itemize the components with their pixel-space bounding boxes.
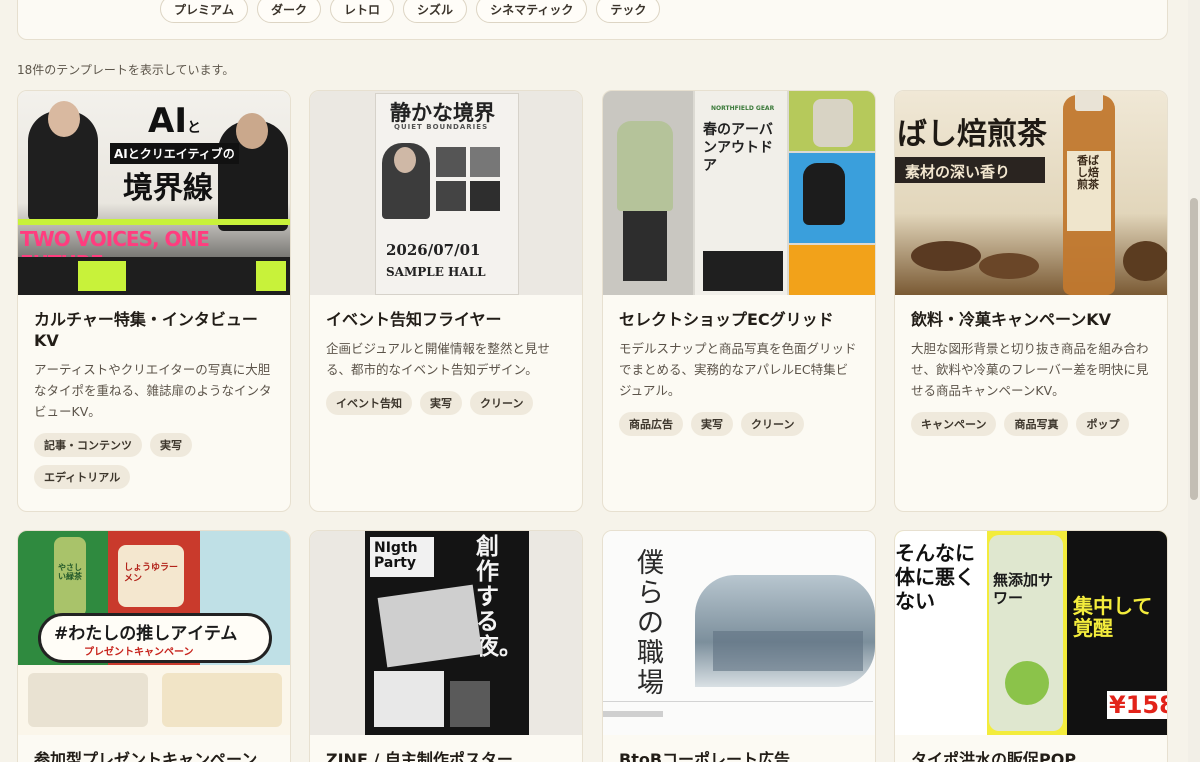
thumb-caption: しょうゆラーメン <box>124 563 179 584</box>
template-card-btob-corporate[interactable]: 僕らの職場 BtoBコーポレート広告 <box>602 530 876 762</box>
card-description: モデルスナップと商品写真を色面グリッドでまとめる、実務的なアパレルEC特集ビジュ… <box>619 341 857 398</box>
tag: 実写 <box>420 391 462 415</box>
thumb-caption: プレゼントキャンペーン <box>84 647 194 658</box>
template-thumbnail: 静かな境界 QUIET BOUNDARIES 2026/07/01 SAMPLE… <box>310 91 582 295</box>
tag: クリーン <box>741 412 805 436</box>
thumb-caption: 集中して覚醒 <box>1073 594 1153 640</box>
thumb-caption: 2026/07/01 <box>386 241 481 259</box>
template-thumbnail: やさしい緑茶 しょうゆラーメン #わたしの推しアイテム プレゼントキャンペーン <box>18 531 290 735</box>
thumb-caption: やさしい緑茶 <box>58 563 82 581</box>
card-title: カルチャー特集・インタビューKV <box>34 310 258 350</box>
filter-chip-sizzle[interactable]: シズル <box>403 0 468 23</box>
tag-list: 商品広告 実写 クリーン <box>619 412 859 436</box>
card-title: 参加型プレゼントキャンペーン <box>34 750 258 762</box>
tag: 商品広告 <box>619 412 683 436</box>
template-thumbnail: そんなに体に悪くない 無添加サワー 集中して覚醒 ¥158 <box>895 531 1167 735</box>
tag: クリーン <box>470 391 534 415</box>
result-count: 18件のテンプレートを表示しています。 <box>17 63 235 77</box>
card-title: BtoBコーポレート広告 <box>619 750 791 762</box>
thumb-caption: 無添加サワー <box>993 571 1054 607</box>
thumb-caption: 春のアーバンアウトドア <box>703 122 773 174</box>
filter-panel: プレミアム ダーク レトロ シズル シネマティック テック <box>17 0 1168 40</box>
card-title: 飲料・冷菓キャンペーンKV <box>911 310 1111 329</box>
card-title: セレクトショップECグリッド <box>619 310 834 329</box>
template-card-beverage-kv[interactable]: ばし焙煎茶 素材の深い香り 香ばし焙煎茶 飲料・冷菓キャンペーンKV 大胆な図形… <box>894 90 1168 512</box>
template-thumbnail: NIgth Party 創作する夜。 <box>310 531 582 735</box>
tag: エディトリアル <box>34 465 131 489</box>
thumb-caption: QUIET BOUNDARIES <box>394 123 489 131</box>
thumb-caption: ばし焙煎茶 <box>897 117 1047 152</box>
thumb-caption: ¥158 <box>1107 691 1167 719</box>
template-thumbnail: AIと AIとクリエイティブの 境界線 TWO VOICES, ONE FUTU… <box>18 91 290 295</box>
template-thumbnail: 僕らの職場 <box>603 531 875 735</box>
thumb-caption: AIとクリエイティブの <box>110 143 239 164</box>
card-description: 大胆な図形背景と切り抜き商品を組み合わせ、飲料や冷菓のフレーバー差を明快に見せる… <box>911 341 1149 398</box>
tag: ポップ <box>1076 412 1130 436</box>
template-thumbnail: ばし焙煎茶 素材の深い香り 香ばし焙煎茶 <box>895 91 1167 295</box>
thumb-caption: 香ばし焙煎茶 <box>1077 154 1099 191</box>
thumb-caption: 僕らの職場 <box>637 548 664 699</box>
card-title: ZINE / 自主制作ポスター <box>326 750 513 762</box>
filter-chip-cinematic[interactable]: シネマティック <box>476 0 588 23</box>
card-description: アーティストやクリエイターの写真に大胆なタイポを重ねる、雑誌扉のようなインタビュ… <box>34 362 272 419</box>
thumb-caption: 境界線 <box>123 171 213 206</box>
tag: 実写 <box>150 433 192 457</box>
thumb-caption: 素材の深い香り <box>905 163 1011 181</box>
thumb-caption: NIgth Party <box>374 540 418 571</box>
filter-chip-dark[interactable]: ダーク <box>257 0 322 23</box>
tag-list: イベント告知 実写 クリーン <box>326 391 566 415</box>
thumb-caption: SAMPLE HALL <box>386 265 486 279</box>
filter-chip-retro[interactable]: レトロ <box>330 0 395 23</box>
card-description: 企画ビジュアルと開催情報を整然と見せる、都市的なイベント告知デザイン。 <box>326 341 550 377</box>
template-card-present-campaign[interactable]: やさしい緑茶 しょうゆラーメン #わたしの推しアイテム プレゼントキャンペーン … <box>17 530 291 762</box>
filter-chip-premium[interactable]: プレミアム <box>160 0 249 23</box>
template-card-event-flyer[interactable]: 静かな境界 QUIET BOUNDARIES 2026/07/01 SAMPLE… <box>309 90 583 512</box>
tag-list: キャンペーン 商品写真 ポップ <box>911 412 1151 436</box>
thumb-caption: #わたしの推しアイテム <box>54 624 238 644</box>
template-thumbnail: NORTHFIELD GEAR 春のアーバンアウトドア <box>603 91 875 295</box>
template-card-culture-interview[interactable]: AIと AIとクリエイティブの 境界線 TWO VOICES, ONE FUTU… <box>17 90 291 512</box>
scrollbar[interactable] <box>1188 0 1200 762</box>
tag: 商品写真 <box>1004 412 1069 436</box>
tag: キャンペーン <box>911 412 997 436</box>
style-filter-row: プレミアム ダーク レトロ シズル シネマティック テック <box>160 0 661 23</box>
tag-list: 記事・コンテンツ 実写 エディトリアル <box>34 433 274 489</box>
card-title: イベント告知フライヤー <box>326 310 502 329</box>
template-card-zine-poster[interactable]: NIgth Party 創作する夜。 ZINE / 自主制作ポスター <box>309 530 583 762</box>
tag: イベント告知 <box>326 391 412 415</box>
template-card-ec-grid[interactable]: NORTHFIELD GEAR 春のアーバンアウトドア セレクトショップECグリ… <box>602 90 876 512</box>
card-title: タイポ洪水の販促POP <box>911 750 1077 762</box>
tag: 記事・コンテンツ <box>34 433 142 457</box>
filter-chip-tech[interactable]: テック <box>596 0 661 23</box>
tag: 実写 <box>691 412 733 436</box>
thumb-caption: そんなに体に悪くない <box>895 541 975 613</box>
template-card-typo-pop[interactable]: そんなに体に悪くない 無添加サワー 集中して覚醒 ¥158 タイポ洪水の販促PO… <box>894 530 1168 762</box>
thumb-caption: NORTHFIELD GEAR <box>711 105 775 112</box>
scrollbar-thumb[interactable] <box>1190 198 1198 500</box>
